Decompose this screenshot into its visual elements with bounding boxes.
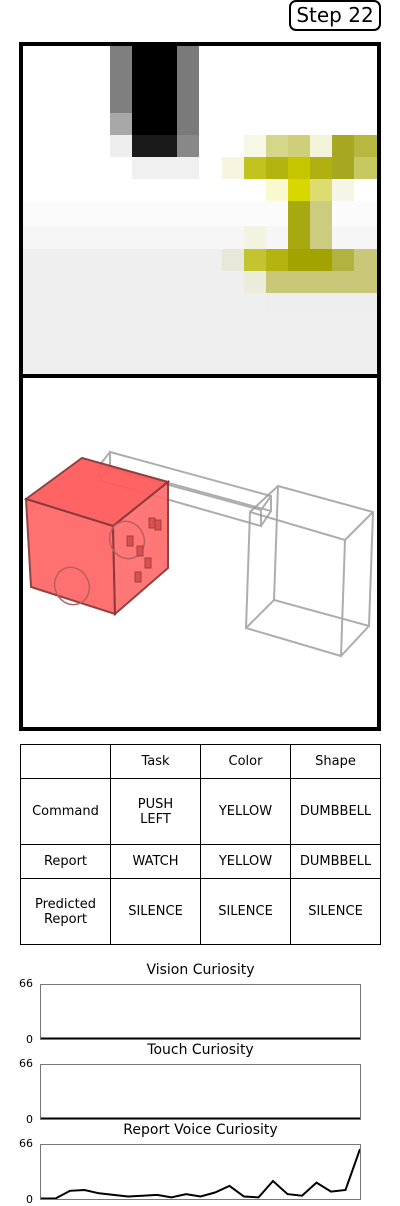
scene-render	[23, 450, 375, 658]
table-cell: DUMBBELL	[290, 778, 381, 845]
curiosity-plot	[40, 1144, 361, 1200]
observation-frame	[19, 42, 381, 731]
box-wireframe	[244, 484, 375, 658]
table-header-cell: Shape	[290, 743, 381, 780]
table-cell: SILENCE	[110, 878, 201, 945]
curiosity-title: Report Voice Curiosity	[123, 1122, 278, 1138]
step-indicator: Step 22	[289, 0, 381, 31]
table-cell: Predicted Report	[20, 878, 111, 945]
table-header-cell	[20, 743, 111, 780]
table-row: Report WATCH YELLOW DUMBBELL	[20, 843, 381, 880]
curiosity-max-label: 66	[19, 1057, 33, 1070]
curiosity-min-label: 0	[26, 1113, 33, 1126]
red-cube	[23, 456, 171, 617]
table-cell: YELLOW	[200, 843, 291, 880]
table-cell: DUMBBELL	[290, 843, 381, 880]
table-cell: Command	[20, 778, 111, 845]
curiosity-line-chart	[41, 1117, 360, 1120]
table-cell: Report	[20, 843, 111, 880]
curiosity-plot	[40, 984, 361, 1040]
table-cell: SILENCE	[290, 878, 381, 945]
table-cell: WATCH	[110, 843, 201, 880]
table-header-row: Task Color Shape	[20, 743, 381, 780]
curiosity-title: Vision Curiosity	[146, 962, 255, 978]
curiosity-plot	[40, 1064, 361, 1120]
curiosity-max-label: 66	[19, 1137, 33, 1150]
table-cell: YELLOW	[200, 778, 291, 845]
table-header-cell: Task	[110, 743, 201, 780]
table-row: Command PUSH LEFT YELLOW DUMBBELL	[20, 778, 381, 845]
curiosity-min-label: 0	[26, 1033, 33, 1046]
curiosity-line-chart	[41, 1037, 360, 1040]
vision-image	[23, 46, 377, 374]
table-header-cell: Color	[200, 743, 291, 780]
curiosity-max-label: 66	[19, 977, 33, 990]
table-cell: SILENCE	[200, 878, 291, 945]
report-table: Task Color Shape Command PUSH LEFT YELLO…	[20, 743, 381, 945]
vision-view	[23, 46, 377, 374]
curiosity-line-chart	[41, 1148, 361, 1200]
table-row: Predicted Report SILENCE SILENCE SILENCE	[20, 878, 381, 945]
curiosity-series-line	[41, 1148, 361, 1200]
curiosity-min-label: 0	[26, 1193, 33, 1206]
curiosity-title: Touch Curiosity	[147, 1042, 254, 1058]
table-cell: PUSH LEFT	[110, 778, 201, 845]
scene-view	[23, 378, 377, 727]
